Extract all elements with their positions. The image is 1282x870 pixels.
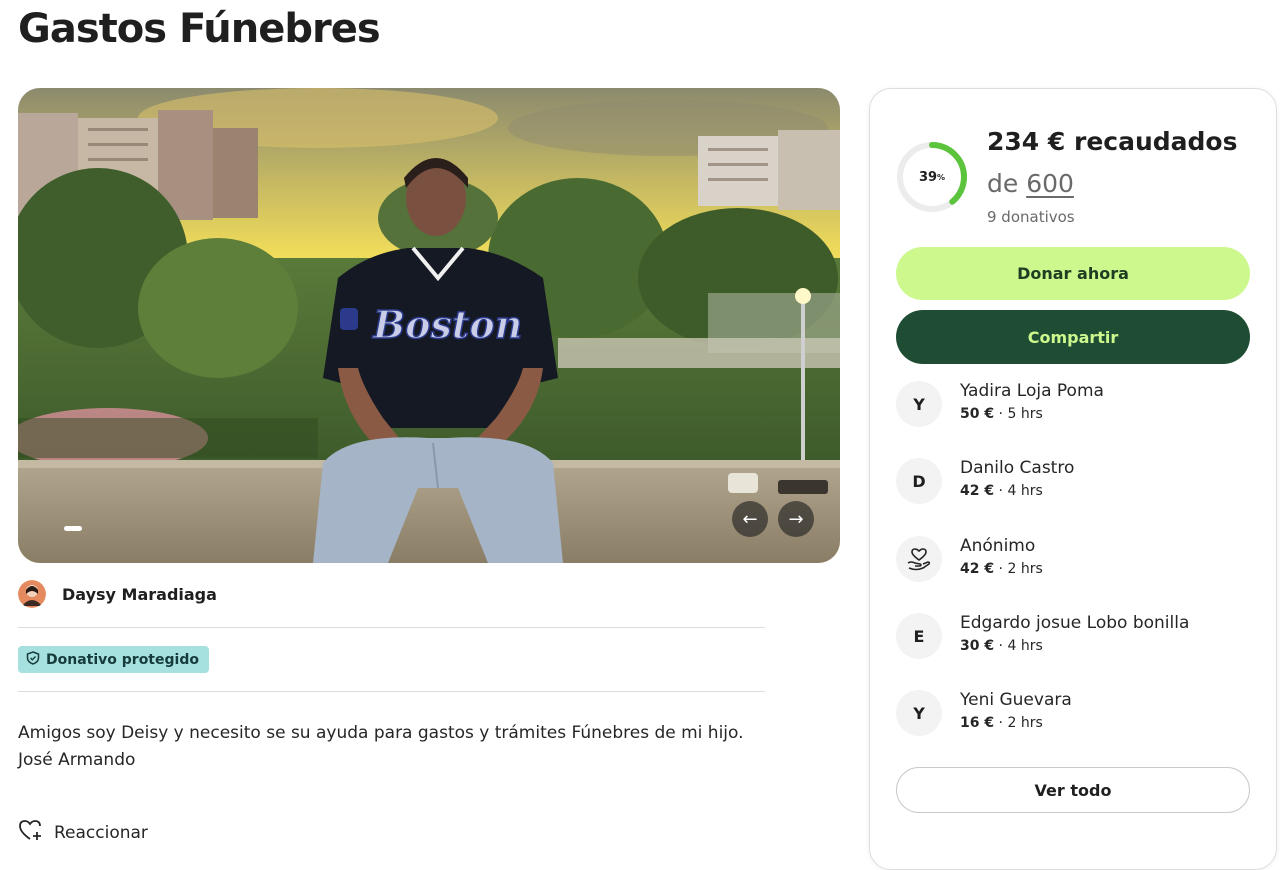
carousel-dot-active[interactable] [64, 526, 82, 531]
arrow-left-icon: ← [742, 508, 758, 530]
donation-count: 9 donativos [987, 208, 1075, 226]
donor-name: Danilo Castro [960, 458, 1075, 478]
donor-avatar: D [896, 458, 942, 504]
donation-time: · 2 hrs [994, 561, 1043, 577]
react-label: Reaccionar [54, 822, 148, 843]
badge-label: Donativo protegido [46, 651, 199, 668]
donor-avatar: Y [896, 690, 942, 736]
goal-number[interactable]: 600 [1026, 169, 1074, 198]
donation-amount: 50 € [960, 406, 995, 422]
donation-amount: 16 € [960, 715, 995, 731]
organizer-name[interactable]: Daysy Maradiaga [62, 585, 217, 604]
donation-item: E Edgardo josue Lobo bonilla 30 € · 4 hr… [896, 611, 1189, 659]
donation-card: 39% 234 € recaudados de 600 9 donativos … [869, 88, 1277, 870]
donation-item: Anónimo 42 € · 2 hrs [896, 534, 1043, 582]
heart-plus-icon [18, 818, 44, 847]
donate-now-button[interactable]: Donar ahora [896, 247, 1250, 300]
donation-item: Y Yadira Loja Poma 50 € · 5 hrs [896, 379, 1104, 427]
share-button[interactable]: Compartir [896, 310, 1250, 364]
shield-icon [26, 650, 40, 669]
donor-name: Yadira Loja Poma [960, 381, 1104, 401]
organizer[interactable]: Daysy Maradiaga [18, 580, 217, 608]
donation-amount: 42 € [960, 483, 995, 499]
divider [18, 627, 765, 628]
protected-donation-badge[interactable]: Donativo protegido [18, 646, 209, 673]
carousel-indicator [64, 526, 82, 531]
donor-name: Edgardo josue Lobo bonilla [960, 613, 1190, 633]
donation-time: · 2 hrs [994, 715, 1043, 731]
donation-item: Y Yeni Guevara 16 € · 2 hrs [896, 688, 1072, 736]
organizer-avatar [18, 580, 46, 608]
donor-name: Anónimo [960, 536, 1036, 556]
progress-percent: 39% [918, 169, 946, 185]
campaign-story: Amigos soy Deisy y necesito se su ayuda … [18, 720, 778, 774]
see-all-button[interactable]: Ver todo [896, 767, 1250, 813]
story-line: Amigos soy Deisy y necesito se su ayuda … [18, 723, 744, 743]
donor-avatar: Y [896, 381, 942, 427]
goal-amount: de 600 [987, 169, 1074, 198]
story-line: José Armando [18, 750, 136, 770]
donation-time: · 4 hrs [994, 483, 1043, 499]
donation-time: · 4 hrs [994, 638, 1043, 654]
svg-text:Boston: Boston [372, 302, 522, 347]
arrow-right-icon: → [788, 508, 804, 530]
anonymous-hand-heart-icon [896, 536, 942, 582]
donor-name: Yeni Guevara [960, 690, 1072, 710]
donor-avatar: E [896, 613, 942, 659]
divider [18, 691, 765, 692]
carousel-prev-button[interactable]: ← [732, 501, 768, 537]
donation-amount: 42 € [960, 561, 995, 577]
donation-item: D Danilo Castro 42 € · 4 hrs [896, 456, 1074, 504]
campaign-image: Boston [18, 88, 840, 563]
donation-time: · 5 hrs [994, 406, 1043, 422]
carousel-next-button[interactable]: → [778, 501, 814, 537]
amount-raised: 234 € recaudados [987, 127, 1238, 156]
react-button[interactable]: Reaccionar [18, 818, 148, 847]
page-title: Gastos Fúnebres [18, 6, 381, 52]
donation-amount: 30 € [960, 638, 995, 654]
campaign-photo[interactable]: Boston ← → [18, 88, 840, 563]
